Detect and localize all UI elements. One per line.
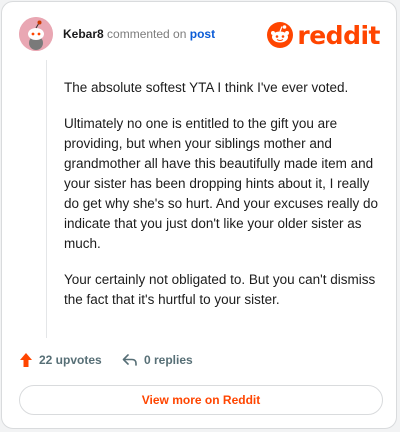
action-text: commented on [107, 27, 187, 41]
comment-body: The absolute softest YTA I think I've ev… [46, 60, 382, 338]
upvotes-stat[interactable]: 22 upvotes [19, 348, 102, 372]
upvote-arrow-icon [20, 353, 32, 367]
comment-embed-card: Kebar8 commented on post reddit The abso… [1, 1, 397, 429]
comment-header: Kebar8 commented on post reddit [19, 17, 380, 53]
replies-label: 0 replies [144, 353, 193, 367]
comment-byline: Kebar8 commented on post [63, 27, 215, 41]
snoo-avatar-icon [19, 17, 53, 51]
comment-footer: 22 upvotes 0 replies [19, 348, 380, 372]
post-link[interactable]: post [190, 27, 215, 41]
author-name[interactable]: Kebar8 [63, 27, 104, 41]
reply-arrow-icon [122, 354, 137, 366]
comment-paragraph: Your certainly not obligated to. But you… [64, 272, 376, 307]
comment-paragraph: The absolute softest YTA I think I've ev… [64, 80, 349, 95]
avatar[interactable] [19, 17, 53, 51]
comment-paragraph: Ultimately no one is entitled to the gif… [64, 116, 379, 251]
reddit-snoo-icon [267, 22, 294, 48]
upvotes-label: 22 upvotes [39, 353, 102, 367]
view-more-button[interactable]: View more on Reddit [19, 385, 383, 415]
replies-stat[interactable]: 0 replies [122, 348, 193, 372]
reddit-wordmark: reddit [297, 20, 380, 50]
reddit-logo[interactable]: reddit [267, 20, 380, 50]
